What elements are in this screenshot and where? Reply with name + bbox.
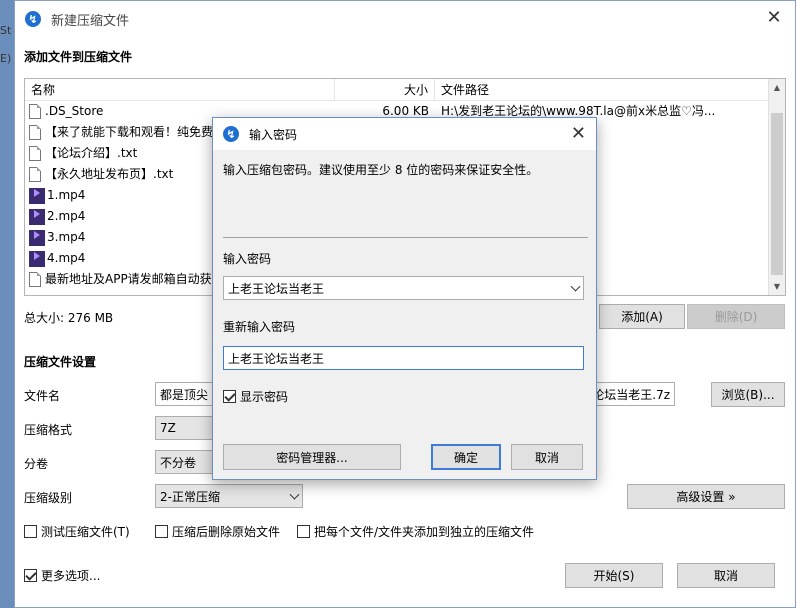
format-label: 压缩格式 <box>24 423 73 437</box>
format-select[interactable]: 7Z <box>155 416 215 440</box>
more-options-toggle[interactable]: 更多选项... <box>24 567 100 584</box>
column-name[interactable]: 名称 <box>25 79 335 101</box>
file-icon <box>29 104 41 119</box>
checkbox[interactable] <box>155 525 168 538</box>
password-manager-button[interactable]: 密码管理器... <box>223 444 401 470</box>
mp4-video-icon <box>29 208 45 225</box>
repassword-value: 上老王论坛当老王 <box>228 351 325 366</box>
cancel-button[interactable]: 取消 <box>677 563 775 588</box>
repassword-label: 重新输入密码 <box>223 320 296 334</box>
mp4-video-icon <box>29 187 45 204</box>
scroll-thumb[interactable] <box>771 113 783 275</box>
add-button[interactable]: 添加(A) <box>599 304 685 329</box>
scroll-up-icon[interactable]: ▲ <box>769 79 785 96</box>
total-size: 总大小: 276 MB <box>24 311 114 325</box>
divider <box>223 237 588 238</box>
ok-button[interactable]: 确定 <box>431 444 501 470</box>
mp4-video-icon <box>29 250 45 267</box>
checkbox[interactable] <box>24 525 37 538</box>
delete-button[interactable]: 删除(D) <box>687 304 785 329</box>
dialog-cancel-button[interactable]: 取消 <box>511 444 583 470</box>
split-select[interactable]: 不分卷 <box>155 450 215 474</box>
file-icon <box>29 167 41 182</box>
level-label: 压缩级别 <box>24 491 73 505</box>
app-logo-icon: ↯ <box>25 11 41 27</box>
start-button[interactable]: 开始(S) <box>565 563 663 588</box>
option-label: 压缩后删除原始文件 <box>172 525 281 539</box>
browse-button[interactable]: 浏览(B)... <box>711 382 785 407</box>
split-value: 不分卷 <box>160 455 197 470</box>
option-label: 测试压缩文件(T) <box>41 525 130 539</box>
format-value: 7Z <box>160 421 176 435</box>
checkbox-checked[interactable] <box>223 390 236 403</box>
checkbox-checked[interactable] <box>24 569 37 582</box>
file-icon <box>29 125 41 140</box>
separate-archives-option[interactable]: 把每个文件/文件夹添加到独立的压缩文件 <box>297 523 534 540</box>
file-name: 【论坛介绍】.txt <box>45 146 138 160</box>
show-password-toggle[interactable]: 显示密码 <box>223 388 288 405</box>
chevron-down-icon <box>289 489 300 500</box>
advanced-settings-button[interactable]: 高级设置 » <box>627 484 785 509</box>
file-name: 最新地址及APP请发邮箱自动获 <box>45 272 212 286</box>
file-name: 【永久地址发布页】.txt <box>45 167 174 181</box>
password-label: 输入密码 <box>223 252 272 266</box>
password-note: 输入压缩包密码。建议使用至少 8 位的密码来保证安全性。 <box>223 163 539 177</box>
file-name: 3.mp4 <box>47 230 86 244</box>
scroll-down-icon[interactable]: ▼ <box>769 278 785 295</box>
list-header: 名称 大小 文件路径 <box>25 79 785 101</box>
level-value: 2-正常压缩 <box>160 489 220 504</box>
close-icon[interactable]: ✕ <box>571 123 586 144</box>
repassword-input[interactable]: 上老王论坛当老王 <box>223 346 584 370</box>
window-title: 新建压缩文件 <box>51 13 130 29</box>
desktop-fragment: St <box>0 24 12 37</box>
desktop-fragment: E) <box>0 52 12 65</box>
dialog-title-bar: ↯ 输入密码 <box>213 118 596 150</box>
dialog-title: 输入密码 <box>249 127 298 142</box>
chevron-down-icon[interactable] <box>570 281 581 292</box>
desktop-background <box>0 0 14 608</box>
option-label: 把每个文件/文件夹添加到独立的压缩文件 <box>314 525 535 539</box>
file-name: 【来了就能下载和观看！纯免费 <box>45 125 214 139</box>
test-archive-option[interactable]: 测试压缩文件(T) <box>24 523 130 540</box>
filename-value-tail: 论坛当老王.7z <box>592 387 670 402</box>
filename-label: 文件名 <box>24 389 61 403</box>
close-icon[interactable]: ✕ <box>763 7 785 29</box>
file-name: 4.mp4 <box>47 251 86 265</box>
app-logo-icon: ↯ <box>223 126 239 142</box>
file-name: .DS_Store <box>45 104 104 118</box>
file-icon <box>29 146 41 161</box>
option-label: 更多选项... <box>41 569 101 583</box>
option-label: 显示密码 <box>240 390 289 404</box>
file-name: 2.mp4 <box>47 209 86 223</box>
filename-value: 都是顶尖 <box>160 387 209 402</box>
password-dialog: ↯ 输入密码 ✕ 输入压缩包密码。建议使用至少 8 位的密码来保证安全性。 输入… <box>212 117 597 480</box>
column-size[interactable]: 大小 <box>335 79 435 101</box>
file-icon <box>29 272 41 287</box>
settings-title: 压缩文件设置 <box>24 355 97 369</box>
password-input[interactable]: 上老王论坛当老王 <box>223 276 584 300</box>
split-label: 分卷 <box>24 457 49 471</box>
files-section-title: 添加文件到压缩文件 <box>24 50 133 64</box>
title-bar: ↯ 新建压缩文件 <box>15 1 795 37</box>
level-select[interactable]: 2-正常压缩 <box>155 484 303 508</box>
column-path[interactable]: 文件路径 <box>435 79 768 101</box>
vertical-scrollbar[interactable]: ▲ ▼ <box>768 79 785 295</box>
mp4-video-icon <box>29 229 45 246</box>
checkbox[interactable] <box>297 525 310 538</box>
password-value: 上老王论坛当老王 <box>228 281 325 296</box>
delete-after-option[interactable]: 压缩后删除原始文件 <box>155 523 280 540</box>
file-name: 1.mp4 <box>47 188 86 202</box>
